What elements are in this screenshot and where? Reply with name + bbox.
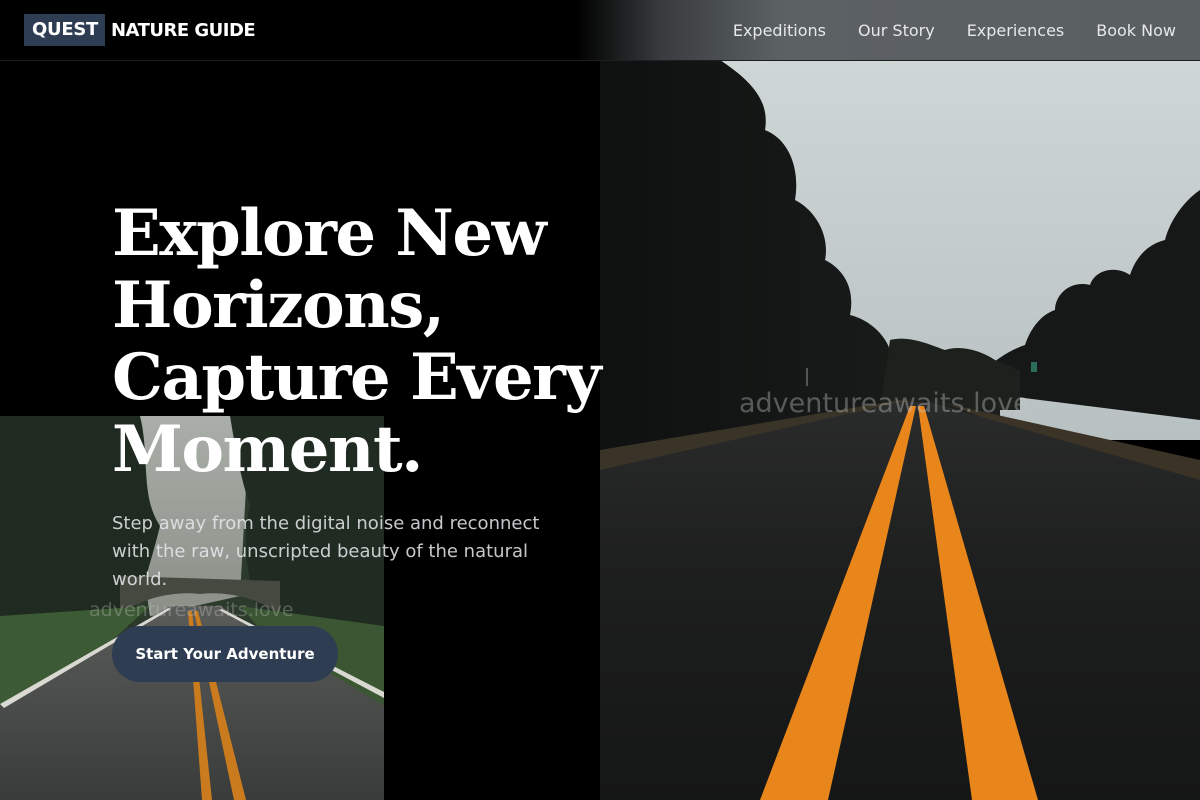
site-header: QUEST NATURE GUIDE Expeditions Our Story… bbox=[0, 0, 1200, 61]
logo-text: NATURE GUIDE bbox=[110, 19, 256, 41]
nav-link-our-story[interactable]: Our Story bbox=[858, 21, 935, 40]
nav-link-book-now[interactable]: Book Now bbox=[1096, 21, 1176, 40]
hero-road-photo bbox=[600, 60, 1200, 800]
logo-box: QUEST bbox=[24, 14, 105, 46]
watermark-main: adventureawaits.love bbox=[739, 388, 1030, 419]
nav-link-expeditions[interactable]: Expeditions bbox=[733, 21, 826, 40]
hero-subtitle: Step away from the digital noise and rec… bbox=[112, 513, 540, 590]
hero-headline: Explore New Horizons, Capture Every Mome… bbox=[112, 196, 602, 487]
nav-link-experiences[interactable]: Experiences bbox=[967, 21, 1065, 40]
main-nav: Expeditions Our Story Experiences Book N… bbox=[701, 0, 1176, 60]
hero-text: Explore New Horizons, Capture Every Mome… bbox=[112, 198, 612, 594]
logo[interactable]: QUEST NATURE GUIDE bbox=[24, 14, 256, 46]
watermark-inset: adventureawaits.love bbox=[89, 599, 294, 621]
start-adventure-button[interactable]: Start Your Adventure bbox=[112, 626, 338, 682]
page: QUEST NATURE GUIDE Expeditions Our Story… bbox=[0, 0, 1200, 800]
